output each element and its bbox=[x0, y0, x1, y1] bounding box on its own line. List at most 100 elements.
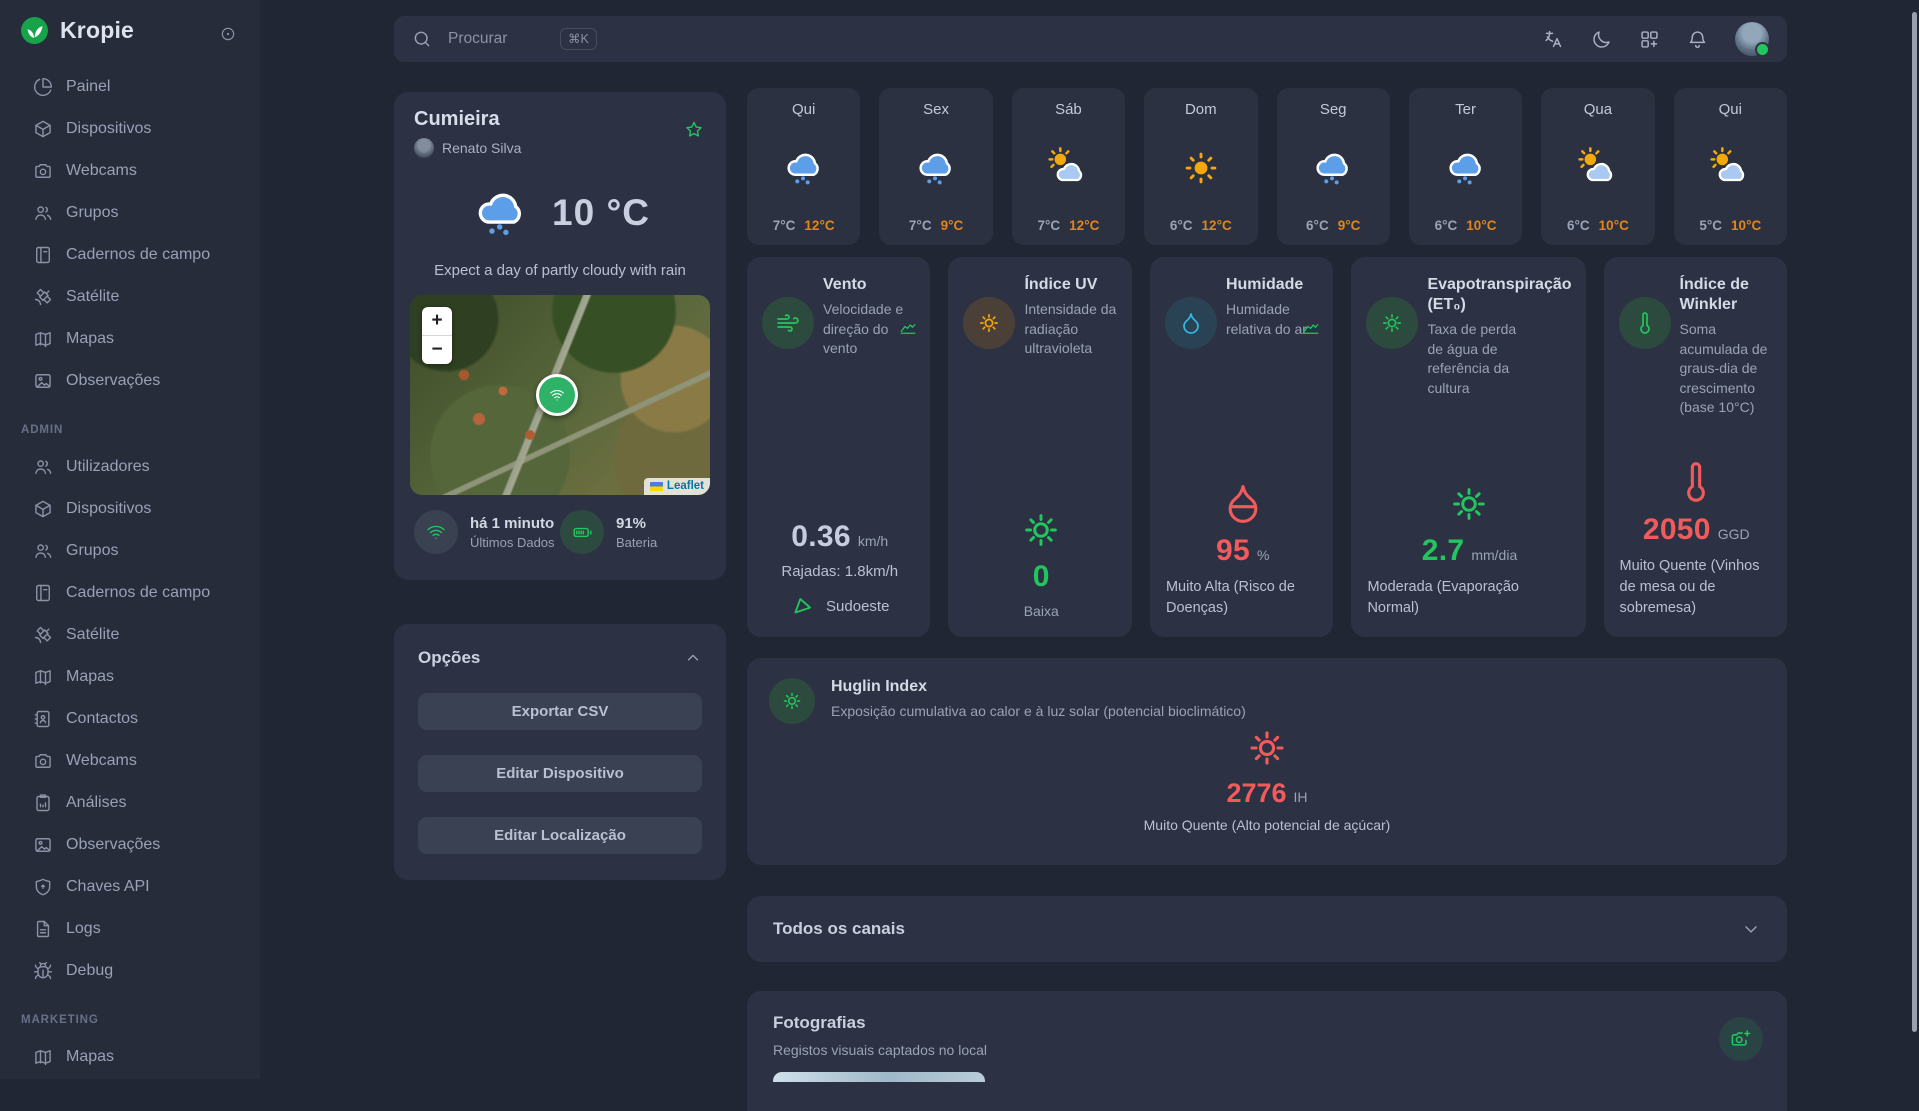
location-owner: Renato Silva bbox=[410, 138, 710, 158]
photos-card: Fotografias Registos visuais captados no… bbox=[747, 991, 1787, 1111]
brand: Kropie bbox=[20, 16, 134, 45]
add-photo-button[interactable] bbox=[1719, 1017, 1763, 1061]
huglin-desc: Exposição cumulativa ao calor e à luz so… bbox=[831, 703, 1763, 719]
sidebar-item-marketing-mapas[interactable]: Mapas bbox=[0, 1036, 260, 1078]
options-title: Opções bbox=[418, 648, 480, 668]
device-map-marker[interactable] bbox=[536, 374, 578, 416]
photos-title: Fotografias bbox=[773, 1013, 1761, 1033]
sidebar-item-utilizadores[interactable]: Utilizadores bbox=[0, 446, 260, 488]
sidebar-item-observacoes[interactable]: Observações bbox=[0, 360, 260, 402]
edit-device-button[interactable]: Editar Dispositivo bbox=[418, 755, 702, 792]
sidebar-item-cadernos[interactable]: Cadernos de campo bbox=[0, 234, 260, 276]
cloud-rain-icon bbox=[781, 118, 827, 218]
sidebar-item-admin-webcams[interactable]: Webcams bbox=[0, 740, 260, 782]
image-icon bbox=[33, 371, 53, 391]
pie-chart-icon bbox=[33, 77, 53, 97]
sidebar-collapse-icon[interactable] bbox=[220, 26, 236, 42]
droplet-half-icon bbox=[1221, 481, 1265, 525]
sidebar-item-admin-mapas[interactable]: Mapas bbox=[0, 656, 260, 698]
map-zoom-out-button[interactable]: − bbox=[422, 336, 452, 364]
evapotranspiration-value: 2.7 bbox=[1422, 534, 1465, 568]
sidebar-item-painel[interactable]: Painel bbox=[0, 66, 260, 108]
chevron-down-icon[interactable] bbox=[1741, 919, 1761, 939]
options-header[interactable]: Opções bbox=[418, 648, 702, 668]
evapotranspiration-card: Evapotranspiração (ET₀) Taxa de perda de… bbox=[1351, 257, 1585, 637]
owner-avatar bbox=[414, 138, 434, 158]
sidebar-item-debug[interactable]: Debug bbox=[0, 950, 260, 992]
uv-value: 0 bbox=[1033, 560, 1050, 594]
channels-accordion[interactable]: Todos os canais bbox=[747, 896, 1787, 962]
sidebar-item-chaves-api[interactable]: Chaves API bbox=[0, 866, 260, 908]
evapotranspiration-label: Moderada (Evaporação Normal) bbox=[1367, 577, 1571, 619]
edit-location-button[interactable]: Editar Localização bbox=[418, 817, 702, 854]
camera-icon bbox=[33, 161, 53, 181]
sidebar-section-marketing: MARKETING bbox=[0, 992, 260, 1036]
photo-thumbnail[interactable] bbox=[773, 1072, 985, 1082]
droplet-icon bbox=[1165, 297, 1217, 349]
uv-label: Baixa bbox=[1024, 603, 1059, 619]
map-zoom-in-button[interactable]: + bbox=[422, 307, 452, 336]
winkler-card: Índice de Winkler Soma acumulada de grau… bbox=[1604, 257, 1787, 637]
map-icon bbox=[33, 329, 53, 349]
sun-icon bbox=[769, 678, 815, 724]
search-icon bbox=[412, 29, 432, 49]
trend-chart-icon bbox=[899, 319, 917, 337]
page-scrollbar[interactable] bbox=[1912, 12, 1917, 1032]
sidebar-item-admin-dispositivos[interactable]: Dispositivos bbox=[0, 488, 260, 530]
device-status-row: há 1 minuto Últimos Dados 91% Bateria bbox=[410, 510, 710, 554]
cloud-rain-icon bbox=[1310, 118, 1356, 218]
thermometer-icon bbox=[1674, 460, 1718, 504]
sidebar-item-webcams[interactable]: Webcams bbox=[0, 150, 260, 192]
options-card: Opções Exportar CSV Editar Dispositivo E… bbox=[394, 624, 726, 880]
sidebar-item-admin-satelite[interactable]: Satélite bbox=[0, 614, 260, 656]
sidebar-item-dispositivos[interactable]: Dispositivos bbox=[0, 108, 260, 150]
apps-grid-plus-icon[interactable] bbox=[1639, 29, 1660, 50]
sidebar-item-admin-grupos[interactable]: Grupos bbox=[0, 530, 260, 572]
satellite-map[interactable]: + − Leaflet bbox=[410, 295, 710, 495]
notebook-icon bbox=[33, 583, 53, 603]
translate-icon[interactable] bbox=[1543, 29, 1564, 50]
forecast-card-qui: Qui 7°C12°C bbox=[747, 88, 860, 245]
forecast-card-qua: Qua 6°C10°C bbox=[1541, 88, 1654, 245]
export-csv-button[interactable]: Exportar CSV bbox=[418, 693, 702, 730]
wind-gusts: Rajadas: 1.8km/h bbox=[781, 563, 898, 580]
satellite-icon bbox=[33, 287, 53, 307]
sidebar-item-contactos[interactable]: Contactos bbox=[0, 698, 260, 740]
chevron-up-icon[interactable] bbox=[684, 649, 702, 667]
notifications-bell-icon[interactable] bbox=[1687, 29, 1708, 50]
cloud-rain-icon bbox=[1443, 118, 1489, 218]
shield-icon bbox=[33, 877, 53, 897]
users-icon bbox=[33, 457, 53, 477]
map-attribution[interactable]: Leaflet bbox=[644, 478, 710, 495]
dark-mode-moon-icon[interactable] bbox=[1591, 29, 1612, 50]
user-avatar[interactable] bbox=[1735, 22, 1769, 56]
search-input[interactable] bbox=[446, 29, 560, 49]
last-data-value: há 1 minuto bbox=[470, 515, 555, 532]
sidebar-nav: Painel Dispositivos Webcams Grupos Cader… bbox=[0, 66, 260, 1078]
photos-subtitle: Registos visuais captados no local bbox=[773, 1042, 1761, 1058]
favorite-star-icon[interactable] bbox=[684, 120, 704, 140]
sun-cloud-icon bbox=[1575, 118, 1621, 218]
battery-label: Bateria bbox=[616, 535, 657, 550]
camera-plus-icon bbox=[1730, 1028, 1752, 1050]
wifi-icon bbox=[549, 387, 565, 403]
sidebar-item-satelite[interactable]: Satélite bbox=[0, 276, 260, 318]
cloud-rain-icon bbox=[470, 182, 532, 244]
winkler-label: Muito Quente (Vinhos de mesa ou de sobre… bbox=[1620, 556, 1773, 619]
sidebar-item-mapas[interactable]: Mapas bbox=[0, 318, 260, 360]
location-name: Cumieira bbox=[410, 108, 710, 131]
wifi-icon bbox=[414, 510, 458, 554]
sidebar-item-admin-observacoes[interactable]: Observações bbox=[0, 824, 260, 866]
topbar-actions bbox=[1543, 22, 1769, 56]
sidebar-item-analises[interactable]: Análises bbox=[0, 782, 260, 824]
wind-card: Vento Velocidade e direção do vento 0.36… bbox=[747, 257, 930, 637]
sun-icon bbox=[1178, 118, 1224, 218]
sun-icon bbox=[1448, 483, 1490, 525]
sun-icon bbox=[1366, 297, 1418, 349]
forecast-card-qui2: Qui 5°C10°C bbox=[1674, 88, 1787, 245]
sidebar-item-logs[interactable]: Logs bbox=[0, 908, 260, 950]
sidebar-item-admin-cadernos[interactable]: Cadernos de campo bbox=[0, 572, 260, 614]
direction-triangle-icon bbox=[790, 593, 816, 619]
huglin-label: Muito Quente (Alto potencial de açúcar) bbox=[1144, 817, 1391, 833]
sidebar-item-grupos[interactable]: Grupos bbox=[0, 192, 260, 234]
